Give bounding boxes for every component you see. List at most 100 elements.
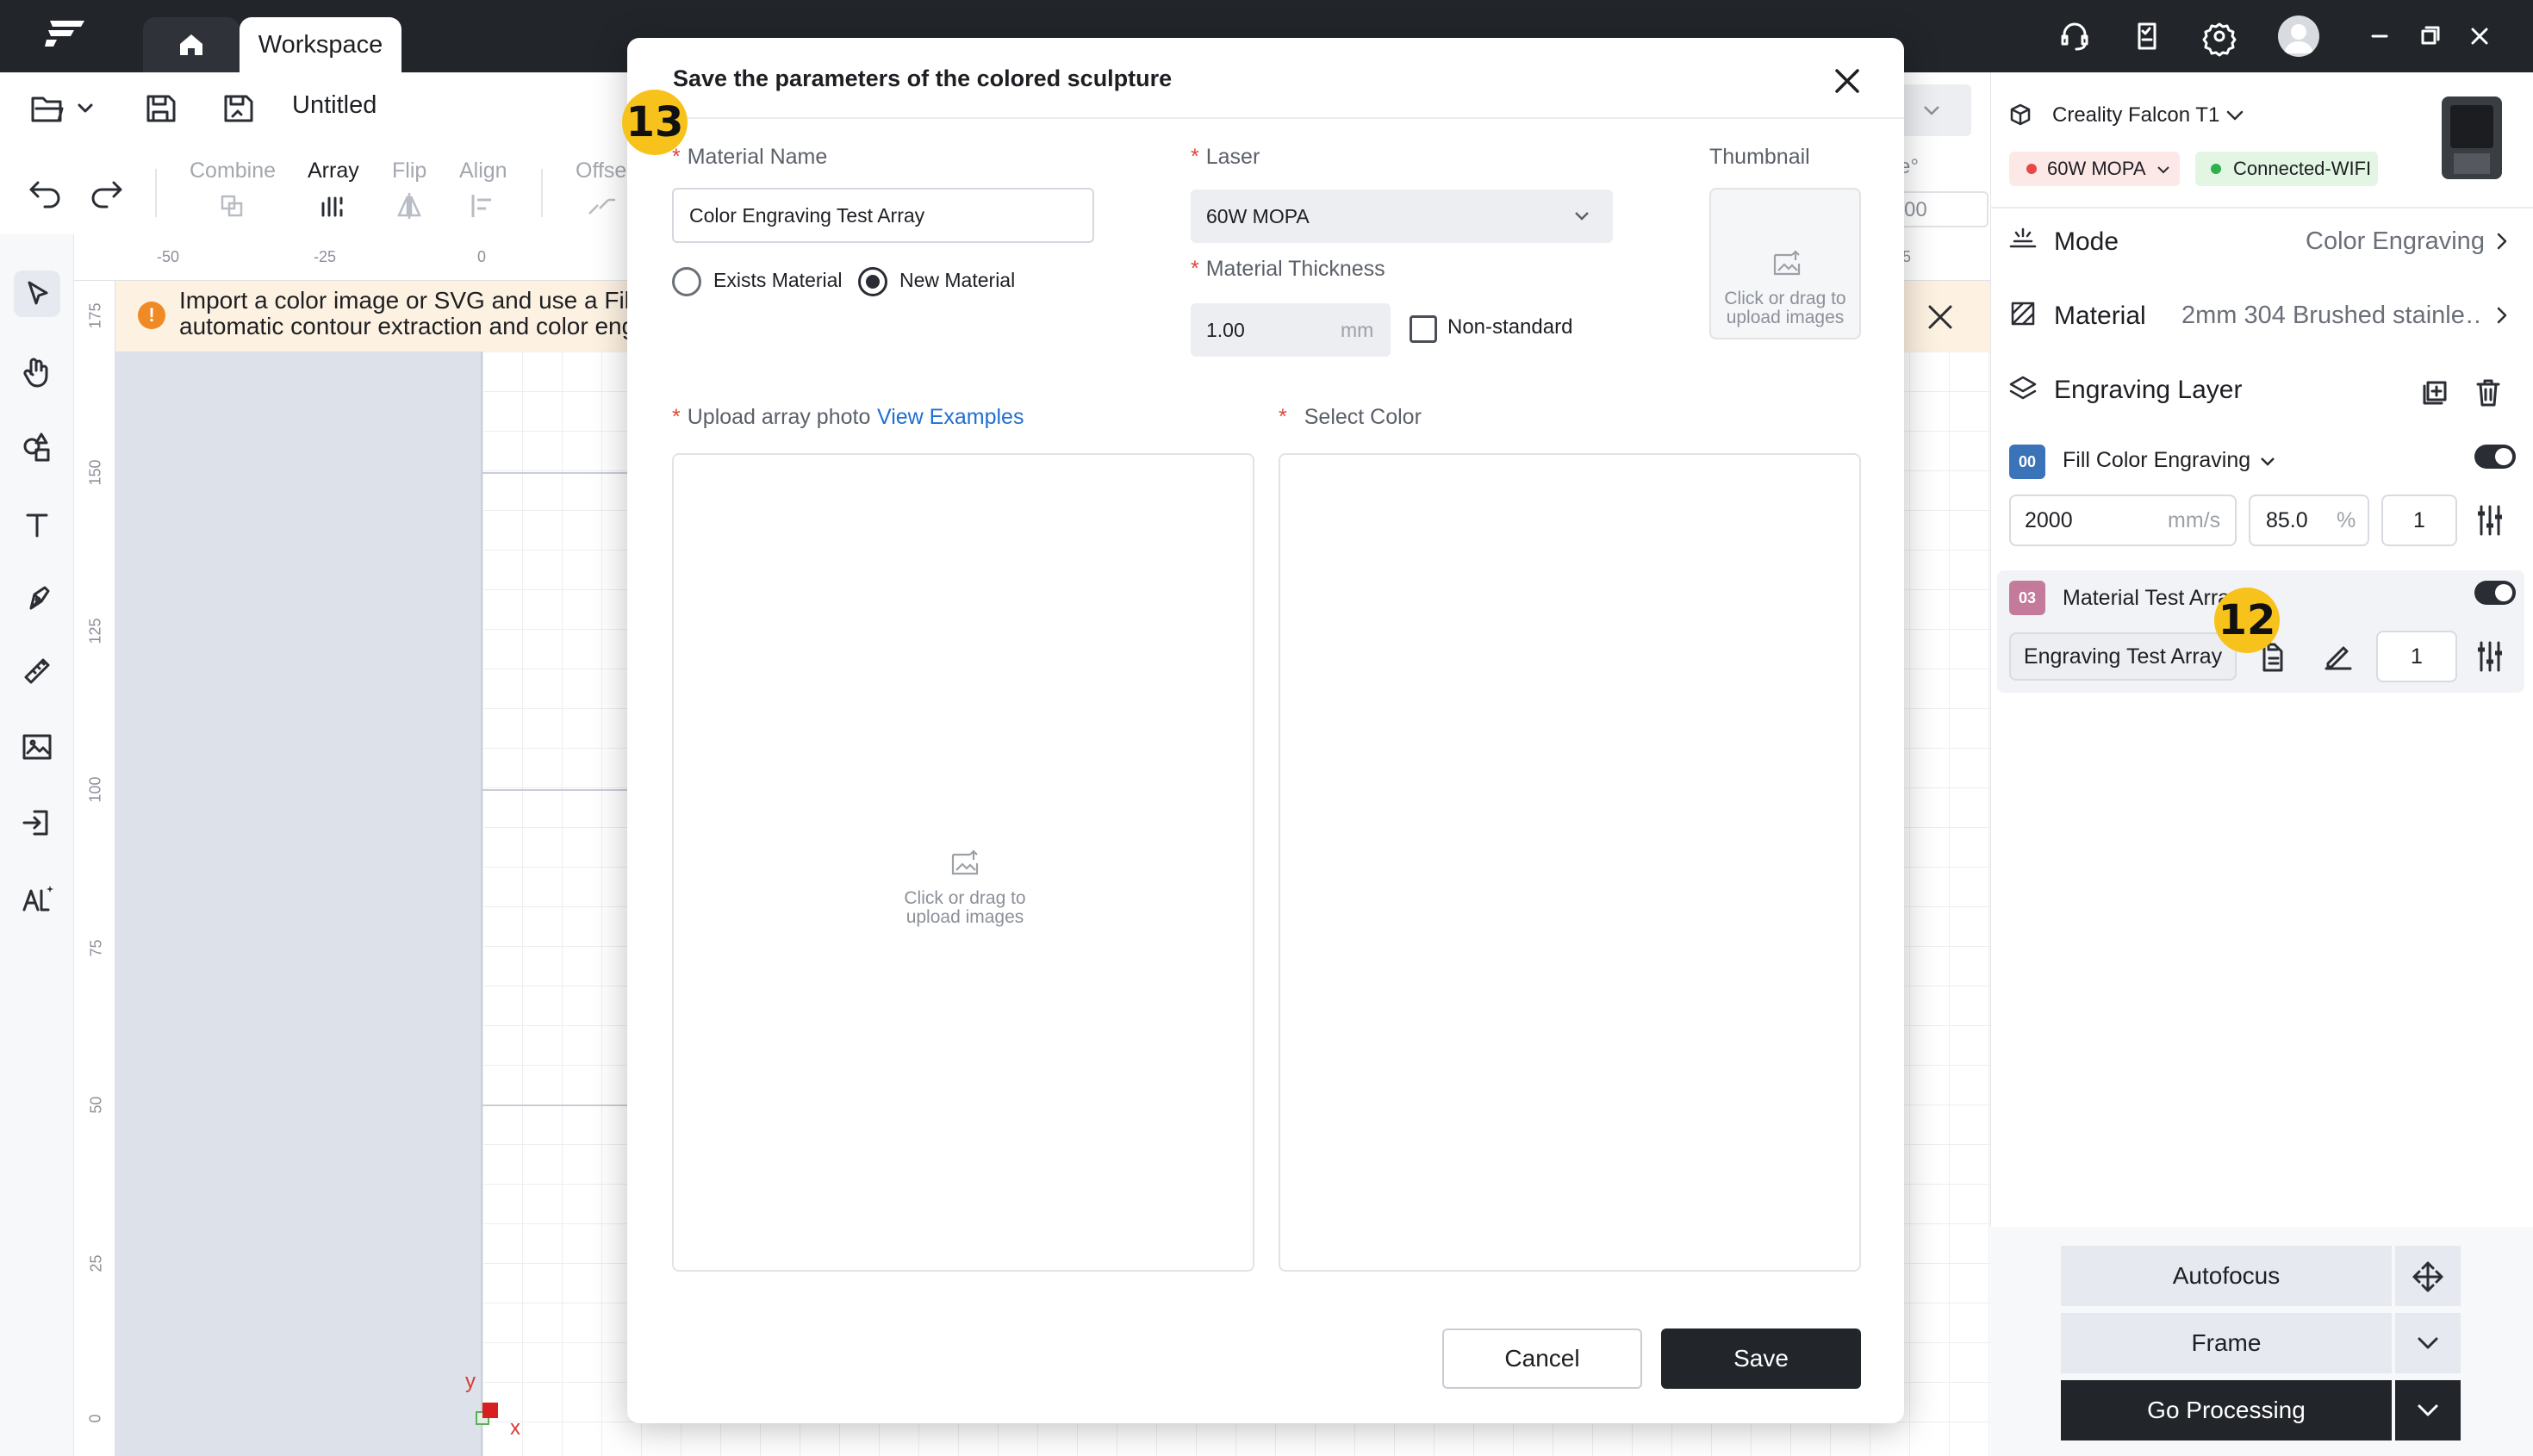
dialog-divider (627, 117, 1904, 119)
close-window-icon[interactable] (2457, 16, 2502, 57)
tab-workspace[interactable]: Workspace (240, 17, 401, 72)
device-image (2442, 96, 2502, 179)
upload-hint: Click or drag to upload images (1718, 289, 1852, 327)
pen-tool-icon[interactable] (14, 576, 60, 622)
hand-pan-icon[interactable] (14, 348, 60, 395)
non-standard-label[interactable]: Non-standard (1447, 315, 1572, 339)
open-file-icon[interactable] (29, 91, 98, 126)
radio-dot (866, 275, 880, 289)
power-input[interactable]: 85.0 % (2249, 495, 2369, 546)
undo-icon[interactable] (26, 174, 65, 208)
x-axis-label: x (510, 1416, 520, 1440)
exists-material-label[interactable]: Exists Material (713, 269, 843, 292)
redo-icon[interactable] (86, 174, 126, 208)
passes-input[interactable]: 1 (2381, 495, 2457, 546)
layer-name[interactable]: Fill Color Engraving (2063, 448, 2250, 473)
chevron-down-icon[interactable] (2223, 105, 2247, 126)
minimize-icon[interactable] (2357, 16, 2402, 57)
save-icon[interactable] (141, 90, 179, 128)
laser-label: * Laser (1191, 145, 1260, 170)
view-examples-link[interactable]: View Examples (877, 405, 1024, 430)
align-icon[interactable] (469, 191, 498, 221)
array-photo-upload[interactable]: Click or drag to upload images (672, 453, 1254, 1272)
autofocus-button[interactable]: Autofocus (2061, 1246, 2392, 1306)
laser-select-value: 60W MOPA (1206, 205, 1310, 227)
select-color-area[interactable] (1279, 453, 1861, 1272)
speed-input[interactable]: 2000 mm/s (2009, 495, 2237, 546)
passes-input[interactable]: 1 (2376, 631, 2457, 682)
exists-material-radio[interactable] (672, 267, 701, 296)
new-material-label[interactable]: New Material (899, 269, 1015, 292)
select-tool-icon[interactable] (14, 271, 60, 317)
step-badge: 12 (2214, 588, 2280, 653)
material-icon (2009, 300, 2037, 327)
preset-field[interactable]: Engraving Test Array (2009, 632, 2237, 681)
offset-icon[interactable] (586, 191, 620, 221)
upload-hint-line: Click or drag to (904, 888, 1026, 908)
frame-button[interactable]: Frame (2061, 1313, 2392, 1373)
restore-icon[interactable] (2407, 16, 2452, 57)
layer-settings-sliders-icon[interactable] (2474, 639, 2505, 674)
label-text: Material Name (687, 145, 828, 169)
layer-settings-sliders-icon[interactable] (2474, 503, 2505, 538)
flip-label[interactable]: Flip (392, 159, 426, 184)
close-notice-icon[interactable] (1923, 296, 1957, 338)
offset-label[interactable]: Offse (576, 159, 626, 184)
measure-ruler-icon[interactable] (14, 648, 60, 694)
align-label[interactable]: Align (459, 159, 507, 184)
non-standard-checkbox[interactable] (1410, 315, 1437, 343)
rotation-input[interactable]: 00 (1899, 191, 1988, 227)
settings-gear-icon[interactable] (2197, 16, 2242, 57)
task-list-icon[interactable] (2125, 16, 2169, 57)
document-title[interactable]: Untitled (292, 91, 377, 120)
home-tab[interactable] (143, 17, 240, 72)
delete-layer-icon[interactable] (2471, 376, 2505, 410)
image-tool-icon[interactable] (14, 724, 60, 770)
layers-icon (2007, 374, 2038, 403)
thumbnail-upload[interactable]: Click or drag to upload images (1709, 188, 1861, 339)
array-label[interactable]: Array (308, 159, 359, 184)
upload-image-icon (951, 849, 979, 875)
go-processing-button[interactable]: Go Processing (2061, 1380, 2392, 1440)
flip-icon[interactable] (395, 191, 424, 221)
chevron-right-icon[interactable] (2493, 229, 2511, 253)
save-button[interactable]: Save (1661, 1328, 1861, 1389)
material-name-input[interactable]: Color Engraving Test Array (672, 188, 1094, 243)
ruler-tick-label: 125 (86, 618, 104, 644)
thickness-input[interactable]: 1.00 mm (1191, 303, 1391, 357)
frame-dropdown[interactable] (2395, 1313, 2461, 1373)
home-icon (180, 34, 202, 55)
cancel-button[interactable]: Cancel (1442, 1328, 1642, 1389)
user-icon (2284, 24, 2313, 53)
combine-icon[interactable] (217, 191, 246, 221)
array-icon[interactable] (319, 191, 348, 221)
material-value[interactable]: 2mm 304 Brushed stainle… (2181, 302, 2483, 330)
notice-text: Import a color image or SVG and use a Fi… (179, 288, 627, 339)
save-as-icon[interactable] (219, 90, 257, 128)
layer-toggle[interactable] (2474, 445, 2516, 469)
mode-value[interactable]: Color Engraving (2306, 227, 2485, 256)
laser-select[interactable]: 60W MOPA (1191, 190, 1613, 243)
text-tool-icon[interactable] (14, 501, 60, 548)
chevron-down-icon[interactable] (2257, 451, 2278, 470)
required-mark: * (1191, 145, 1199, 169)
move-arrows-button[interactable] (2395, 1246, 2461, 1306)
edit-pencil-icon[interactable] (2321, 639, 2356, 674)
chevron-right-icon[interactable] (2493, 303, 2511, 327)
laser-pill[interactable]: 60W MOPA (2009, 152, 2180, 186)
origin-point[interactable] (482, 1403, 498, 1418)
shapes-icon[interactable] (14, 424, 60, 470)
layer-name[interactable]: Material Test Arra (2063, 586, 2230, 611)
close-dialog-icon[interactable] (1828, 62, 1866, 100)
device-name[interactable]: Creality Falcon T1 (2052, 103, 2219, 128)
import-icon[interactable] (14, 800, 60, 846)
app-logo-icon[interactable] (45, 17, 86, 48)
combine-label[interactable]: Combine (190, 159, 276, 184)
ai-tool-icon[interactable] (14, 875, 60, 922)
support-headset-icon[interactable] (2052, 16, 2097, 57)
add-layer-icon[interactable] (2418, 376, 2452, 410)
layer-toggle[interactable] (2474, 581, 2516, 605)
go-processing-dropdown[interactable] (2395, 1380, 2461, 1440)
new-material-radio[interactable] (858, 267, 887, 296)
avatar[interactable] (2278, 16, 2319, 57)
